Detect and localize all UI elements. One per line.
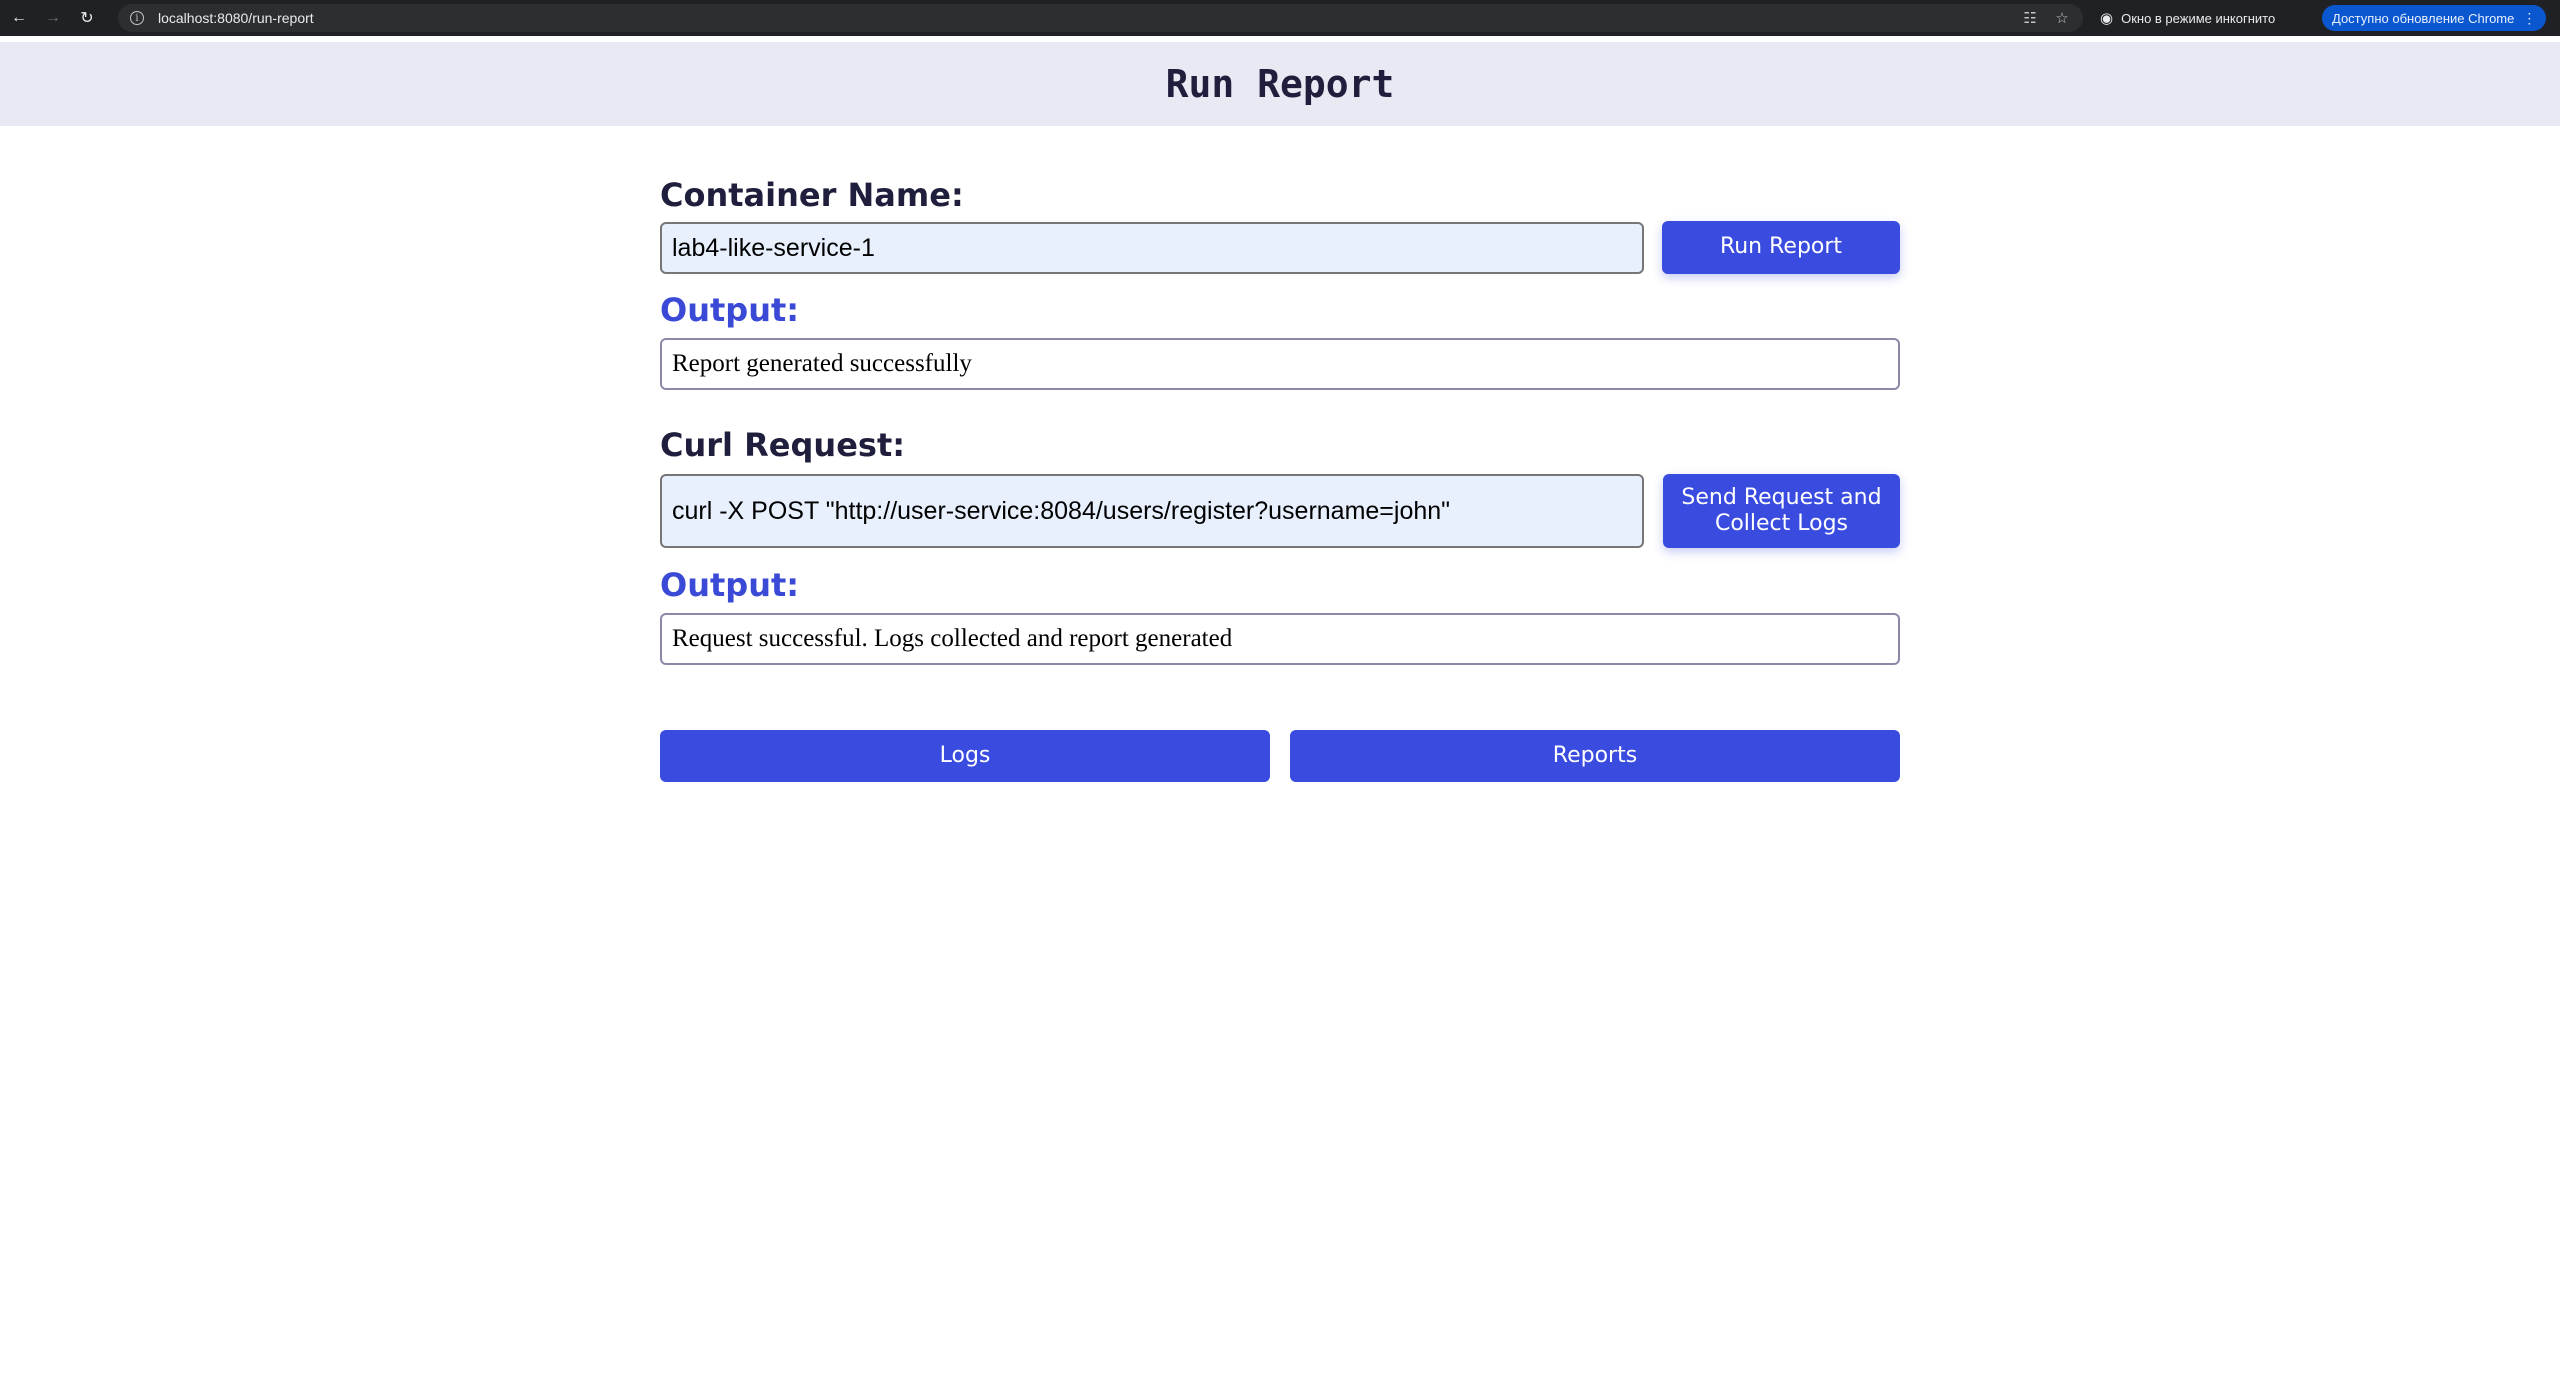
reload-icon[interactable]: ↻ [72, 3, 102, 33]
translate-icon[interactable]: ☷ [2019, 7, 2041, 29]
run-report-button[interactable]: Run Report [1662, 221, 1900, 274]
incognito-icon: ◉ [2100, 10, 2114, 27]
browser-toolbar: ← → ↻ i localhost:8080/run-report ☷ ☆ ◉ … [0, 0, 2560, 36]
incognito-label: Окно в режиме инкогнито [2121, 10, 2276, 26]
container-output-box: Report generated successfully [660, 338, 1900, 390]
curl-output-label: Output: [660, 566, 800, 604]
forward-arrow-icon[interactable]: → [38, 3, 68, 33]
site-info-icon[interactable]: i [130, 11, 144, 25]
curl-output-box: Request successful. Logs collected and r… [660, 613, 1900, 665]
bookmark-star-icon[interactable]: ☆ [2051, 7, 2073, 29]
address-bar[interactable]: i localhost:8080/run-report ☷ ☆ [118, 4, 2083, 32]
page-header: Run Report [0, 42, 2560, 126]
url-text: localhost:8080/run-report [158, 10, 314, 26]
container-name-label: Container Name: [660, 176, 964, 214]
reports-button[interactable]: Reports [1290, 730, 1900, 782]
container-output-label: Output: [660, 291, 800, 329]
curl-request-input[interactable]: curl -X POST "http://user-service:8084/u… [660, 474, 1644, 548]
menu-dots-icon: ⋮ [2522, 9, 2537, 26]
back-arrow-icon[interactable]: ← [4, 3, 34, 33]
incognito-indicator[interactable]: ◉ Окно в режиме инкогнито [2100, 5, 2275, 31]
container-name-input[interactable]: lab4-like-service-1 [660, 222, 1644, 274]
update-label: Доступно обновление Chrome [2332, 10, 2515, 26]
page-title: Run Report [1165, 62, 1395, 106]
send-request-button[interactable]: Send Request and Collect Logs [1663, 474, 1900, 548]
curl-request-label: Curl Request: [660, 426, 906, 464]
chrome-update-button[interactable]: Доступно обновление Chrome ⋮ [2322, 5, 2547, 31]
logs-button[interactable]: Logs [660, 730, 1270, 782]
